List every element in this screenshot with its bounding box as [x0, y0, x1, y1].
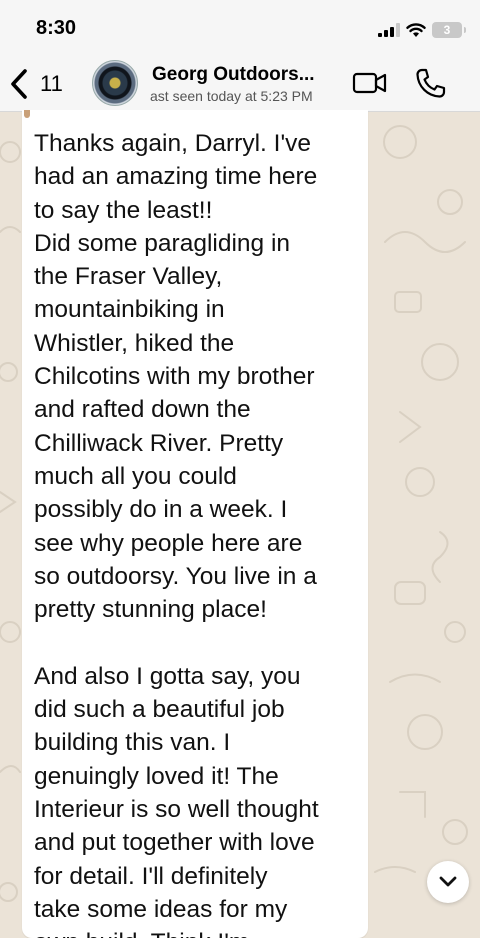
last-seen-status: ast seen today at 5:23 PM — [150, 88, 313, 104]
video-call-button[interactable] — [352, 68, 388, 98]
status-bar: 8:30 3 — [0, 0, 480, 58]
back-button[interactable]: 11 — [8, 64, 78, 104]
chevron-down-icon — [439, 876, 457, 887]
message-text: Thanks again, Darryl. I've had an amazin… — [34, 130, 319, 938]
status-time: 8:30 — [36, 17, 77, 39]
phone-icon — [416, 68, 446, 98]
message-bubble[interactable]: Thanks again, Darryl. I've had an amazin… — [22, 110, 368, 938]
chat-header: 11 Georg Outdoors... ast seen today at 5… — [0, 58, 480, 112]
avatar[interactable] — [92, 60, 138, 106]
status-icons: 3 — [378, 20, 466, 40]
battery-icon: 3 — [432, 22, 466, 38]
wifi-icon — [406, 22, 426, 37]
unread-count: 11 — [40, 71, 63, 96]
scroll-to-bottom-button[interactable] — [427, 861, 469, 903]
voice-call-button[interactable] — [414, 66, 446, 100]
video-call-icon — [352, 72, 387, 94]
contact-name[interactable]: Georg Outdoors... — [152, 64, 315, 86]
chevron-left-icon — [11, 69, 27, 99]
bubble-corner — [24, 110, 30, 118]
signal-icon — [378, 23, 400, 37]
battery-level: 3 — [443, 23, 451, 37]
